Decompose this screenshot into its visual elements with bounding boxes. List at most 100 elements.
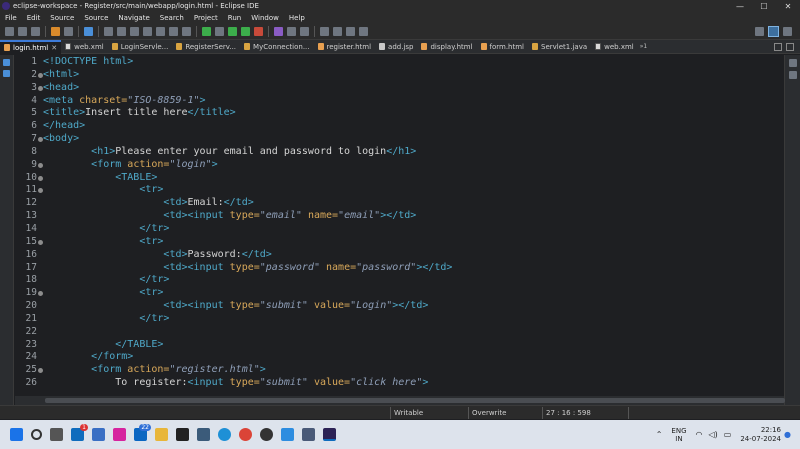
tab-10[interactable]: web.xml	[591, 40, 638, 54]
external-tools-icon[interactable]	[254, 27, 263, 36]
snipping-tool-icon[interactable]	[302, 428, 315, 441]
file-explorer-icon[interactable]	[155, 428, 168, 441]
code-line[interactable]: 20 <td><input type="submit" value="Login…	[15, 300, 784, 313]
mail-icon[interactable]: 1	[71, 424, 88, 441]
terminal-app-icon[interactable]	[176, 428, 189, 441]
maximize-view-icon[interactable]	[786, 42, 794, 51]
tab-2[interactable]: LoginServle...	[108, 40, 173, 54]
code-line[interactable]: 9 <form action="login">	[15, 159, 784, 172]
tab-6[interactable]: add.jsp	[375, 40, 417, 54]
debug-icon[interactable]	[228, 27, 237, 36]
task-view-icon[interactable]	[50, 428, 63, 441]
maximize-button[interactable]: ☐	[752, 2, 776, 11]
code-line[interactable]: 4 <meta charset="ISO-8859-1">	[15, 95, 784, 108]
clock[interactable]: 22:16 24-07-2024	[740, 426, 781, 444]
store-icon[interactable]	[92, 428, 105, 441]
tab-4[interactable]: MyConnection...	[240, 40, 313, 54]
code-line[interactable]: 24 </form>	[15, 351, 784, 364]
tab-3[interactable]: RegisterServ...	[172, 40, 240, 54]
notification-icon[interactable]: ●	[784, 430, 791, 439]
tab-9[interactable]: Servlet1.java	[528, 40, 591, 54]
scrollbar-thumb[interactable]	[45, 398, 785, 403]
tabs-overflow[interactable]: »1	[640, 43, 648, 50]
code-line[interactable]: 17 <td><input type="password" name="pass…	[15, 262, 784, 275]
outline-icon[interactable]	[789, 71, 797, 79]
code-line[interactable]: 21 </tr>	[15, 313, 784, 326]
menu-item-navigate-4[interactable]: Navigate	[113, 14, 154, 22]
java-perspective-icon[interactable]	[783, 27, 792, 36]
instagram-icon[interactable]	[113, 428, 126, 441]
save-all-icon[interactable]	[31, 27, 40, 36]
code-line[interactable]: 25 <form action="register.html">	[15, 364, 784, 377]
code-line[interactable]: 14 </tr>	[15, 223, 784, 236]
menu-item-project-6[interactable]: Project	[189, 14, 223, 22]
menu-item-source-2[interactable]: Source	[45, 14, 79, 22]
code-line[interactable]: 10 <TABLE>	[15, 172, 784, 185]
redo-icon[interactable]	[64, 27, 73, 36]
code-line[interactable]: 13 <td><input type="email" name="email">…	[15, 210, 784, 223]
new-java-class-icon[interactable]	[274, 27, 283, 36]
open-type-icon[interactable]	[287, 27, 296, 36]
tab-8[interactable]: form.html	[477, 40, 529, 54]
menu-item-run-7[interactable]: Run	[223, 14, 246, 22]
windows-start-icon[interactable]	[10, 428, 23, 441]
code-line[interactable]: 1 <!DOCTYPE html>	[15, 56, 784, 69]
code-line[interactable]: 2 <html>	[15, 69, 784, 82]
tab-5[interactable]: register.html	[314, 40, 376, 54]
disconnect-icon[interactable]	[143, 27, 152, 36]
menu-item-help-9[interactable]: Help	[284, 14, 310, 22]
forward-icon[interactable]	[359, 27, 368, 36]
volume-icon[interactable]: ◁)	[708, 430, 717, 439]
terminal-icon[interactable]	[84, 27, 93, 36]
menu-item-file-0[interactable]: File	[0, 14, 22, 22]
chrome-icon[interactable]	[239, 428, 252, 441]
next-annotation-icon[interactable]	[333, 27, 342, 36]
undo-icon[interactable]	[51, 27, 60, 36]
edge-icon[interactable]	[218, 428, 231, 441]
menu-item-window-8[interactable]: Window	[246, 14, 284, 22]
code-line[interactable]: 15 <tr>	[15, 236, 784, 249]
build-icon[interactable]	[215, 27, 224, 36]
menu-item-search-5[interactable]: Search	[155, 14, 189, 22]
minimize-button[interactable]: —	[728, 2, 752, 11]
obs-icon[interactable]	[260, 428, 273, 441]
code-line[interactable]: 3 <head>	[15, 82, 784, 95]
code-line[interactable]: 7 <body>	[15, 133, 784, 146]
wifi-icon[interactable]: ◠	[696, 430, 703, 439]
terminate-icon[interactable]	[130, 27, 139, 36]
vscode-icon[interactable]	[281, 428, 294, 441]
code-line[interactable]: 23 </TABLE>	[15, 339, 784, 352]
run-icon[interactable]	[241, 27, 250, 36]
tab-1[interactable]: web.xml	[61, 40, 108, 54]
minimize-view-icon[interactable]	[774, 42, 782, 51]
tab-7[interactable]: display.html	[417, 40, 476, 54]
server-icon[interactable]	[202, 27, 211, 36]
resume-icon[interactable]	[104, 27, 113, 36]
battery-icon[interactable]: ▭	[724, 430, 732, 439]
code-line[interactable]: 18 </tr>	[15, 274, 784, 287]
project-explorer-icon[interactable]	[3, 70, 10, 77]
code-line[interactable]: 8 <h1>Please enter your email and passwo…	[15, 146, 784, 159]
movies-icon[interactable]	[197, 428, 210, 441]
code-line[interactable]: 22	[15, 326, 784, 339]
chevron-up-icon[interactable]: ⌃	[656, 430, 663, 439]
close-button[interactable]: ✕	[776, 2, 800, 11]
save-icon[interactable]	[18, 27, 27, 36]
code-line[interactable]: 16 <td>Password:</td>	[15, 249, 784, 262]
suspend-icon[interactable]	[117, 27, 126, 36]
step-into-icon[interactable]	[156, 27, 165, 36]
language-indicator[interactable]: ENG IN	[671, 427, 686, 443]
close-tab-icon[interactable]: ✕	[51, 44, 57, 52]
menu-item-edit-1[interactable]: Edit	[22, 14, 46, 22]
restore-icon[interactable]	[789, 59, 797, 67]
code-line[interactable]: 19 <tr>	[15, 287, 784, 300]
horizontal-scrollbar[interactable]	[15, 396, 785, 405]
step-return-icon[interactable]	[182, 27, 191, 36]
eclipse-taskbar-icon[interactable]	[323, 428, 336, 441]
linkedin-icon[interactable]: 22	[134, 424, 151, 441]
restore-icon[interactable]	[3, 59, 10, 66]
new-icon[interactable]	[5, 27, 14, 36]
java-ee-perspective-icon[interactable]	[768, 26, 779, 37]
open-perspective-icon[interactable]	[755, 27, 764, 36]
code-line[interactable]: 12 <td>Email:</td>	[15, 197, 784, 210]
